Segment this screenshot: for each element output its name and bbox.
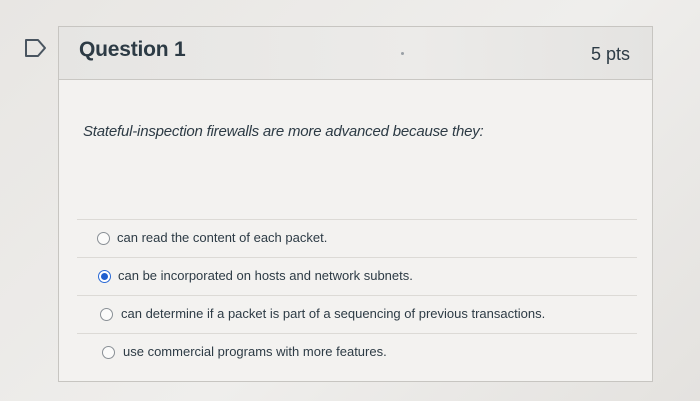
question-text: Stateful-inspection firewalls are more a… [83, 123, 484, 140]
header-dot [401, 52, 404, 55]
answer-label: can be incorporated on hosts and network… [118, 268, 413, 283]
answer-label: use commercial programs with more featur… [123, 344, 387, 359]
answer-label: can read the content of each packet. [117, 230, 328, 245]
question-card: Question 1 5 pts Stateful-inspection fir… [58, 26, 653, 382]
answer-label: can determine if a packet is part of a s… [121, 306, 546, 321]
answer-list: can read the content of each packet. can… [77, 219, 637, 371]
question-points: 5 pts [590, 44, 630, 64]
question-header: Question 1 5 pts [59, 27, 652, 80]
radio-button-selected[interactable] [98, 270, 111, 283]
answer-option-2[interactable]: can be incorporated on hosts and network… [77, 257, 637, 295]
flag-icon[interactable] [24, 38, 48, 58]
radio-button[interactable] [97, 232, 110, 245]
question-title: Question 1 [79, 38, 186, 61]
answer-option-3[interactable]: can determine if a packet is part of a s… [77, 295, 637, 333]
radio-button[interactable] [102, 346, 115, 359]
answer-option-4[interactable]: use commercial programs with more featur… [77, 333, 637, 371]
radio-button[interactable] [100, 308, 113, 321]
answer-option-1[interactable]: can read the content of each packet. [77, 219, 637, 257]
